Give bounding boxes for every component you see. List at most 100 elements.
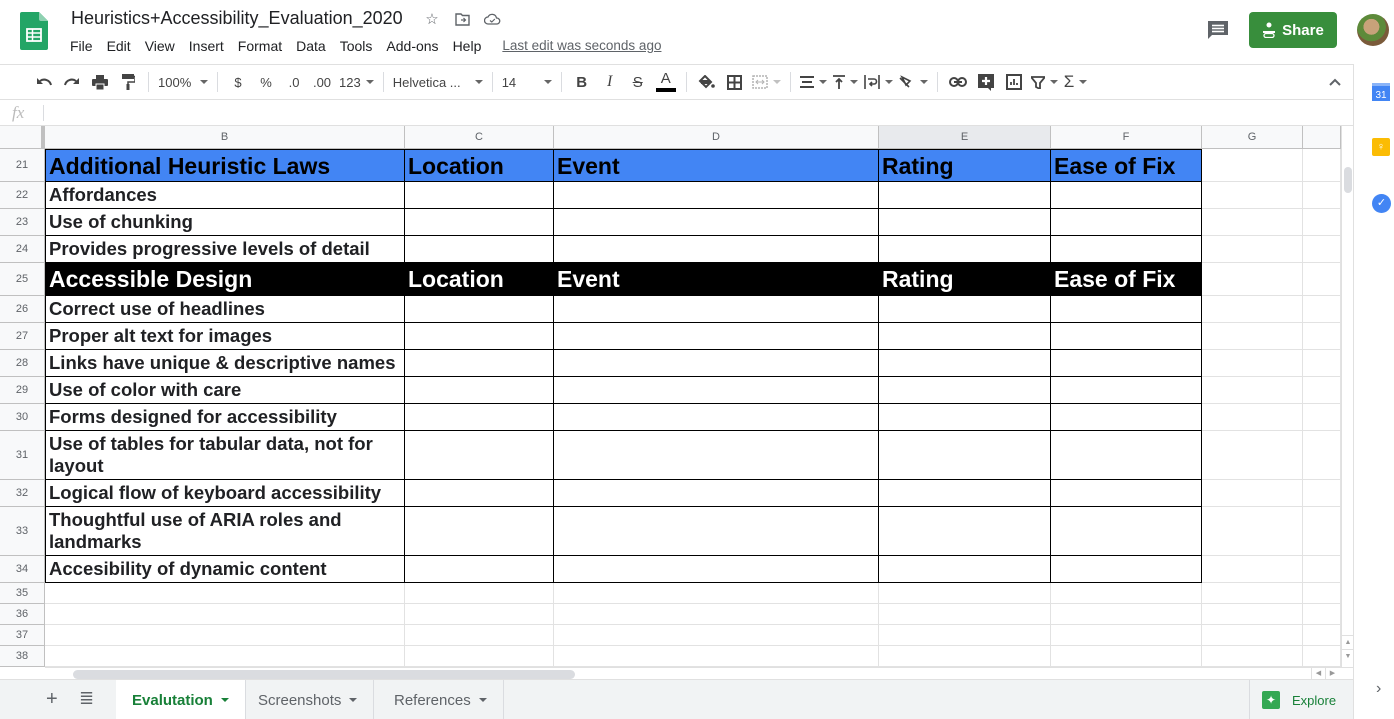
table-cell[interactable] (879, 507, 1051, 556)
grid-cell[interactable] (879, 625, 1051, 646)
table-cell[interactable] (1202, 404, 1303, 431)
calendar-icon[interactable]: 31 (1372, 83, 1390, 101)
table-cell[interactable]: Logical flow of keyboard accessibility (45, 480, 405, 507)
table-cell[interactable] (1051, 323, 1202, 350)
header-cell[interactable]: Ease of Fix (1051, 263, 1202, 296)
column-header-d[interactable]: D (554, 126, 879, 149)
table-cell[interactable] (879, 182, 1051, 209)
table-cell[interactable] (1202, 149, 1303, 182)
row-header[interactable]: 23 (0, 209, 45, 236)
table-cell[interactable] (554, 507, 879, 556)
table-cell[interactable] (1202, 507, 1303, 556)
text-color-button[interactable]: A (652, 68, 680, 96)
table-cell[interactable] (554, 323, 879, 350)
table-cell[interactable]: Accesibility of dynamic content (45, 556, 405, 583)
caret-down-icon[interactable] (220, 698, 229, 702)
grid-cell[interactable] (554, 604, 879, 625)
table-cell[interactable]: Correct use of headlines (45, 296, 405, 323)
row-header[interactable]: 33 (0, 507, 45, 556)
share-button[interactable]: Share (1249, 12, 1337, 48)
table-cell[interactable]: Thoughtful use of ARIA roles and landmar… (45, 507, 405, 556)
menu-format[interactable]: Format (231, 37, 289, 55)
table-cell[interactable] (1202, 323, 1303, 350)
header-cell[interactable]: Ease of Fix (1051, 149, 1202, 182)
table-cell[interactable] (879, 480, 1051, 507)
table-cell[interactable] (1051, 209, 1202, 236)
merge-cells-icon[interactable] (749, 68, 784, 96)
sheet-tab-screenshots[interactable]: Screenshots (242, 680, 375, 719)
table-cell[interactable] (879, 296, 1051, 323)
table-cell[interactable] (1202, 556, 1303, 583)
grid-cell[interactable] (45, 625, 405, 646)
grid-cell[interactable] (1303, 604, 1341, 625)
horizontal-align-icon[interactable] (797, 68, 830, 96)
table-cell[interactable] (554, 556, 879, 583)
table-cell[interactable] (1051, 296, 1202, 323)
grid-cell[interactable] (879, 604, 1051, 625)
increase-decimal-button[interactable]: .00 (308, 68, 336, 96)
column-header-f[interactable]: F (1051, 126, 1202, 149)
zoom-select[interactable]: 100% (155, 68, 211, 96)
row-header[interactable]: 22 (0, 182, 45, 209)
strikethrough-button[interactable]: S (624, 68, 652, 96)
table-cell[interactable] (1303, 556, 1341, 583)
spreadsheet-grid[interactable]: B C D E F G 21 Additional Heuristic Laws Locatio… (0, 126, 1341, 667)
horizontal-scroll-thumb[interactable] (73, 670, 575, 679)
grid-cell[interactable] (1303, 646, 1341, 667)
table-cell[interactable] (554, 404, 879, 431)
table-cell[interactable] (1051, 182, 1202, 209)
column-header-c[interactable]: C (405, 126, 554, 149)
formula-input[interactable] (52, 100, 1342, 125)
table-cell[interactable] (1051, 236, 1202, 263)
table-cell[interactable] (1303, 350, 1341, 377)
move-to-folder-icon[interactable] (453, 10, 471, 28)
table-cell[interactable] (405, 350, 554, 377)
table-cell[interactable] (405, 209, 554, 236)
table-cell[interactable] (1051, 377, 1202, 404)
expand-side-panel-icon[interactable]: › (1376, 680, 1381, 698)
table-cell[interactable] (1051, 350, 1202, 377)
sheets-logo-icon[interactable] (20, 12, 48, 50)
star-icon[interactable]: ☆ (423, 10, 441, 28)
table-cell[interactable] (1303, 296, 1341, 323)
cloud-saved-icon[interactable] (483, 10, 501, 28)
table-cell[interactable]: Use of color with care (45, 377, 405, 404)
table-cell[interactable] (554, 431, 879, 480)
table-cell[interactable] (405, 323, 554, 350)
table-cell[interactable] (1202, 209, 1303, 236)
grid-cell[interactable] (405, 604, 554, 625)
undo-icon[interactable] (30, 68, 58, 96)
table-cell[interactable] (405, 480, 554, 507)
grid-cell[interactable] (405, 646, 554, 667)
table-cell[interactable] (1303, 480, 1341, 507)
grid-cell[interactable] (1202, 583, 1303, 604)
row-header[interactable]: 21 (0, 149, 45, 182)
grid-cell[interactable] (554, 625, 879, 646)
table-cell[interactable] (405, 431, 554, 480)
table-cell[interactable] (1051, 556, 1202, 583)
table-cell[interactable] (554, 209, 879, 236)
table-cell[interactable] (879, 350, 1051, 377)
table-cell[interactable] (554, 296, 879, 323)
paint-format-icon[interactable] (114, 68, 142, 96)
row-header[interactable]: 32 (0, 480, 45, 507)
table-cell[interactable] (405, 236, 554, 263)
horizontal-scrollbar[interactable]: ◀ ▶ (45, 667, 1353, 680)
row-header[interactable]: 35 (0, 583, 45, 604)
table-cell[interactable] (554, 182, 879, 209)
row-header[interactable]: 31 (0, 431, 45, 480)
table-cell[interactable] (1051, 507, 1202, 556)
table-cell[interactable] (1303, 507, 1341, 556)
menu-view[interactable]: View (138, 37, 182, 55)
table-cell[interactable] (1303, 323, 1341, 350)
column-header-b[interactable]: B (45, 126, 405, 149)
grid-cell[interactable] (405, 625, 554, 646)
vertical-scroll-thumb[interactable] (1344, 167, 1352, 193)
currency-format-button[interactable]: $ (224, 68, 252, 96)
table-cell[interactable] (879, 431, 1051, 480)
percent-format-button[interactable]: % (252, 68, 280, 96)
table-cell[interactable]: Provides progressive levels of detail (45, 236, 405, 263)
table-cell[interactable] (1303, 404, 1341, 431)
grid-cell[interactable] (1202, 604, 1303, 625)
menu-file[interactable]: File (63, 37, 100, 55)
